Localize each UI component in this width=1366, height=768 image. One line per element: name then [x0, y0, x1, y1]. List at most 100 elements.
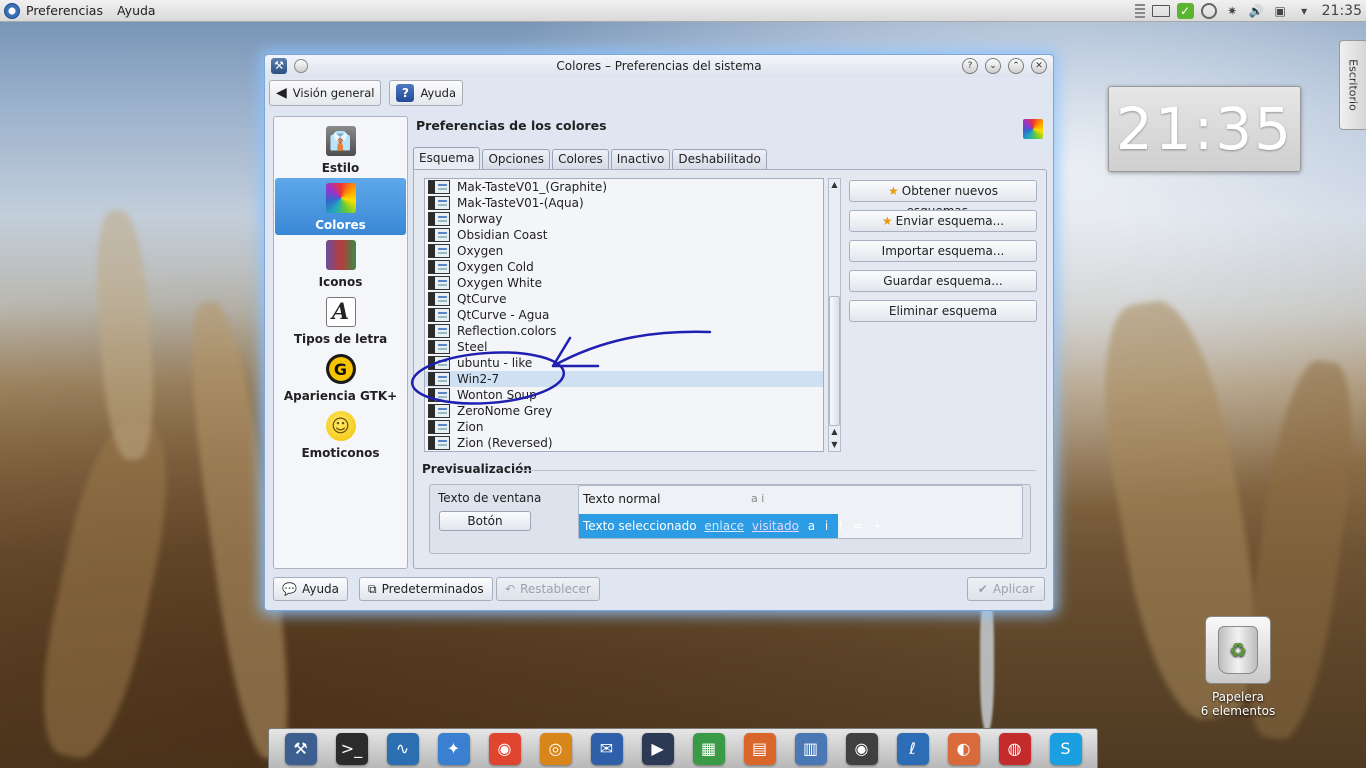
scheme-list-scrollbar[interactable]: ▲ ▲ ▼	[828, 178, 841, 452]
scheme-list[interactable]: Mak-TasteV01_(Graphite) Mak-TasteV01-(Aqu…	[424, 178, 824, 452]
presentation-icon[interactable]: ▤	[743, 732, 776, 765]
overview-button[interactable]: ◀ Visión general	[269, 80, 382, 106]
get-new-schemes-button[interactable]: ★Obtener nuevos esquemas...	[849, 180, 1037, 218]
desktop-clock-widget[interactable]: 21:35	[1108, 86, 1301, 172]
scheme-name: Win2-7	[457, 372, 500, 386]
trash-desktop-icon[interactable]: ♻ Papelera 6 elementos	[1196, 616, 1280, 718]
import-scheme-button[interactable]: Importar esquema...	[849, 240, 1037, 262]
list-item[interactable]: Obsidian Coast	[425, 227, 823, 243]
help-menu-button[interactable]: ? Ayuda	[389, 80, 463, 106]
scroll-up-arrow-icon[interactable]: ▲	[829, 179, 840, 191]
skype-icon[interactable]: S	[1049, 732, 1082, 765]
tab-colores[interactable]: Colores	[552, 149, 609, 169]
reset-button[interactable]: ↶ Restablecer	[496, 577, 600, 601]
list-item[interactable]: Win2-7	[425, 371, 823, 387]
list-item[interactable]: Oxygen White	[425, 275, 823, 291]
settings-tabs: Esquema Opciones Colores Inactivo Deshab…	[413, 147, 769, 169]
kde-logo-icon[interactable]	[4, 2, 20, 19]
scheme-name: QtCurve	[457, 292, 507, 306]
scheme-name: Mak-TasteV01-(Aqua)	[457, 196, 584, 210]
panel-clock[interactable]: 21:35	[1322, 3, 1362, 19]
close-button[interactable]: ✕	[1031, 58, 1047, 74]
graphics-icon[interactable]: ℓ	[896, 732, 929, 765]
apply-check-icon: ✔	[977, 582, 988, 596]
terminal-icon[interactable]: >_	[335, 732, 368, 765]
defaults-button[interactable]: ⧉ Predeterminados	[359, 577, 493, 601]
menu-preferencias[interactable]: Preferencias	[26, 3, 103, 18]
eye-app-icon[interactable]: ◎	[539, 732, 572, 765]
brightness-icon[interactable]: ✷	[1224, 3, 1241, 19]
tab-opciones[interactable]: Opciones	[482, 149, 551, 169]
preview-window-text: Texto de ventana	[438, 491, 542, 505]
scheme-name: Obsidian Coast	[457, 228, 548, 242]
network-icon[interactable]	[1200, 3, 1217, 19]
list-item[interactable]: QtCurve - Agua	[425, 307, 823, 323]
delete-scheme-button[interactable]: Eliminar esquema	[849, 300, 1037, 322]
list-item[interactable]: Oxygen	[425, 243, 823, 259]
minimize-button[interactable]: ⌄	[985, 58, 1001, 74]
chevron-down-icon[interactable]: ▾	[1296, 3, 1313, 19]
device-icon[interactable]: ▣	[1272, 3, 1289, 19]
tab-inactivo[interactable]: Inactivo	[610, 149, 671, 169]
maximize-button[interactable]: ⌃	[1008, 58, 1024, 74]
sidebar-item-iconos[interactable]: Iconos	[275, 235, 406, 292]
list-item[interactable]: Reflection.colors	[425, 323, 823, 339]
wallpaper-wheat	[91, 208, 159, 462]
scheme-name: ZeroNome Grey	[457, 404, 553, 418]
list-item[interactable]: Norway	[425, 211, 823, 227]
menu-ayuda[interactable]: Ayuda	[117, 3, 156, 18]
preview-view-area: Texto normal a i Texto seleccionado enla…	[578, 485, 1023, 539]
spreadsheet-icon[interactable]: ▦	[692, 732, 725, 765]
eye-viewer-icon[interactable]: ◐	[947, 732, 980, 765]
document-icon[interactable]: ▥	[794, 732, 827, 765]
updates-check-icon[interactable]: ✓	[1176, 3, 1194, 19]
apply-button-label: Aplicar	[992, 582, 1035, 596]
window-titlebar[interactable]: ⚒ Colores – Preferencias del sistema ? ⌄…	[265, 55, 1053, 77]
send-scheme-button[interactable]: ★ Enviar esquema...	[849, 210, 1037, 232]
list-item[interactable]: Zion (Reversed)	[425, 435, 823, 451]
sidebar-item-emoticonos[interactable]: ☺ Emoticonos	[275, 406, 406, 463]
apply-button[interactable]: ✔ Aplicar	[967, 577, 1045, 601]
mail-icon[interactable]	[1151, 5, 1170, 17]
scheme-name: Mak-TasteV01_(Graphite)	[457, 180, 607, 194]
scheme-preview-thumbnail	[428, 356, 450, 370]
scroll-down-arrow-icon[interactable]: ▼	[829, 439, 840, 451]
thunderbird-icon[interactable]: ✉	[590, 732, 623, 765]
help-button[interactable]: 💬 Ayuda	[273, 577, 349, 601]
scheme-preview-thumbnail	[428, 260, 450, 274]
scroll-up-arrow-icon[interactable]: ▲	[829, 426, 840, 438]
system-tray: ✓ ✷ 🔊 ▣ ▾ 21:35	[1134, 0, 1366, 22]
tab-deshabilitado[interactable]: Deshabilitado	[672, 149, 767, 169]
browser-compass-icon[interactable]: ✦	[437, 732, 470, 765]
list-item[interactable]: Zion	[425, 419, 823, 435]
notifications-icon[interactable]	[1134, 4, 1145, 18]
window-title: Colores – Preferencias del sistema	[556, 59, 762, 73]
list-item[interactable]: Oxygen Cold	[425, 259, 823, 275]
video-editor-icon[interactable]: ▶	[641, 732, 674, 765]
page-title: Preferencias de los colores	[416, 118, 607, 133]
volume-icon[interactable]: 🔊	[1248, 3, 1265, 19]
list-item[interactable]: Steel	[425, 339, 823, 355]
sidebar-item-colores[interactable]: Colores	[275, 178, 406, 235]
tab-esquema[interactable]: Esquema	[413, 147, 481, 169]
list-item[interactable]: QtCurve	[425, 291, 823, 307]
system-monitor-icon[interactable]: ∿	[386, 732, 419, 765]
scrollbar-thumb[interactable]	[829, 296, 840, 426]
list-item[interactable]: ubuntu - like	[425, 355, 823, 371]
help-question-button[interactable]: ?	[962, 58, 978, 74]
sidebar-item-tipos-de-letra[interactable]: A Tipos de letra	[275, 292, 406, 349]
system-settings-icon[interactable]: ⚒	[284, 732, 317, 765]
disc-burner-icon[interactable]: ◍	[998, 732, 1031, 765]
sidebar-item-apariencia-gtk[interactable]: G Apariencia GTK+	[275, 349, 406, 406]
list-item[interactable]: Wonton Soup	[425, 387, 823, 403]
save-scheme-button[interactable]: Guardar esquema...	[849, 270, 1037, 292]
list-item[interactable]: ZeroNome Grey	[425, 403, 823, 419]
desktop-toolbox-tab[interactable]: Escritorio	[1339, 40, 1366, 130]
sidebar-item-estilo[interactable]: 👔 Estilo	[275, 121, 406, 178]
scheme-actions: ★Obtener nuevos esquemas... ★Enviar esqu…	[849, 180, 1037, 322]
list-item[interactable]: Mak-TasteV01-(Aqua)	[425, 195, 823, 211]
list-item[interactable]: Mak-TasteV01_(Graphite)	[425, 179, 823, 195]
scheme-preview-thumbnail	[428, 196, 450, 210]
chrome-icon[interactable]: ◉	[488, 732, 521, 765]
camera-icon[interactable]: ◉	[845, 732, 878, 765]
